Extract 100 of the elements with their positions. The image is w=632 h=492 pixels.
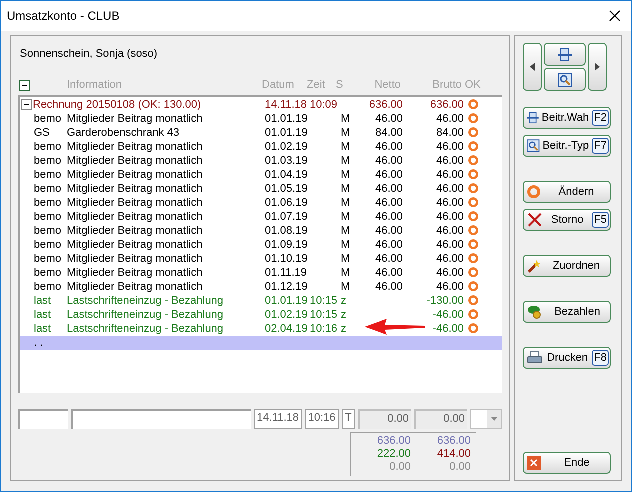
- column-header: OK: [464, 78, 482, 94]
- net-field[interactable]: 0.00: [358, 408, 411, 428]
- total-value: 636.00: [376, 434, 411, 448]
- table-cell-text: Mitglieder Beitrag monatlich: [67, 266, 204, 280]
- caret-icon: [490, 416, 498, 420]
- table-row[interactable]: bemo Mitglieder Beitrag monatlich 01.10.19 M 46.00 46.00: [20, 252, 502, 266]
- search-button[interactable]: [544, 68, 586, 91]
- money-icon: [527, 305, 543, 319]
- information-field[interactable]: [71, 408, 251, 428]
- next-button[interactable]: [588, 43, 607, 91]
- table-cell-text: 46.00: [374, 112, 403, 126]
- date-field[interactable]: 14.11.18: [254, 408, 302, 428]
- table-cell-text: GS: [33, 126, 51, 140]
- table-row[interactable]: bemo Mitglieder Beitrag monatlich 01.11.19 M 46.00 46.00: [20, 266, 502, 280]
- close-icon[interactable]: [609, 10, 621, 22]
- table-cell-text: 636.00: [368, 98, 403, 112]
- shortcut-key: F2: [592, 110, 609, 126]
- table-cell: M: [341, 126, 351, 140]
- gross-field[interactable]: 0.00: [414, 408, 467, 428]
- table-cell-text: Garderobenschrank 43: [67, 126, 181, 140]
- table-row[interactable]: bemo Mitglieder Beitrag monatlich 01.01.19 M 46.00 46.00: [20, 112, 502, 126]
- type-field[interactable]: T: [342, 408, 355, 428]
- table-cell-text: 46.00: [374, 210, 403, 224]
- action-button[interactable]: Storno F5: [523, 209, 611, 231]
- table-cell-text: 01.08.19: [265, 224, 309, 238]
- table-cell-text: 01.01.19: [265, 294, 309, 308]
- table-row[interactable]: last Lastschrifteneinzug - Bezahlung 02.04.19 10:16 z -46.00: [20, 322, 502, 336]
- table-cell-text: Lastschrifteneinzug - Bezahlung: [67, 294, 225, 308]
- table-cell-text: 46.00: [435, 112, 464, 126]
- table-cell-text: Mitglieder Beitrag monatlich: [67, 252, 204, 266]
- total-value: 222.00: [376, 448, 411, 460]
- end-button[interactable]: Ende: [523, 452, 611, 474]
- table-cell-text: bemo: [33, 154, 63, 168]
- table-row[interactable]: last Lastschrifteneinzug - Bezahlung 01.01.19 10:15 z -130.00: [20, 294, 502, 308]
- table-cell-text: 01.05.19: [265, 182, 309, 196]
- dropdown[interactable]: [470, 408, 502, 428]
- table-cell: M: [341, 154, 351, 168]
- table-cell: M: [341, 140, 351, 154]
- table-row[interactable]: bemo Mitglieder Beitrag monatlich 01.03.19 M 46.00 46.00: [20, 154, 502, 168]
- table-cell: M: [341, 280, 351, 294]
- table-cell-text: 46.00: [435, 154, 464, 168]
- table-cell-text: 46.00: [435, 140, 464, 154]
- table-row[interactable]: last Lastschrifteneinzug - Bezahlung 01.02.19 10:15 z -46.00: [20, 308, 502, 322]
- table-row[interactable]: bemo Mitglieder Beitrag monatlich 01.12.19 M 46.00 46.00: [20, 280, 502, 294]
- table-cell-text: Mitglieder Beitrag monatlich: [67, 280, 204, 294]
- table-cell-text: 01.09.19: [265, 238, 309, 252]
- action-button[interactable]: Beitr.-Typ F7: [523, 135, 611, 157]
- customer-name: Sonnenschein, Sonja (soso): [20, 47, 159, 62]
- table-row[interactable]: Rechnung 20150108 (OK: 130.00) 14.11.18 10:09 636.00 636.00: [20, 98, 502, 112]
- table-cell-text: z: [341, 294, 348, 308]
- table-row[interactable]: bemo Mitglieder Beitrag monatlich 01.04.19 M 46.00 46.00: [20, 168, 502, 182]
- table-cell-text: 46.00: [374, 140, 403, 154]
- table-cell-text: Mitglieder Beitrag monatlich: [67, 238, 204, 252]
- table-row[interactable]: bemo Mitglieder Beitrag monatlich 01.08.19 M 46.00 46.00: [20, 224, 502, 238]
- previous-button[interactable]: [523, 43, 542, 91]
- table-cell-text: -46.00: [432, 308, 464, 322]
- search-icon: [527, 139, 540, 153]
- table-cell-text: last: [33, 322, 52, 336]
- table-cell-text: 46.00: [374, 280, 403, 294]
- table-cell: M: [341, 112, 351, 126]
- action-button[interactable]: Bezahlen: [523, 301, 611, 323]
- table-cell-text: 46.00: [374, 252, 403, 266]
- table-cell-text: 46.00: [374, 196, 403, 210]
- table-cell-text: bemo: [33, 112, 63, 126]
- table-cell-text: 01.03.19: [265, 154, 309, 168]
- table-cell-text: 84.00: [435, 126, 464, 140]
- table-cell-text: 01.07.19: [265, 210, 309, 224]
- printer-icon: [527, 351, 543, 365]
- table-cell: M: [341, 238, 351, 252]
- table-cell-text: 01.06.19: [265, 196, 309, 210]
- table-cell-text: 636.00: [429, 98, 464, 112]
- table-row[interactable]: bemo Mitglieder Beitrag monatlich 01.02.19 M 46.00 46.00: [20, 140, 502, 154]
- table-row[interactable]: bemo Mitglieder Beitrag monatlich 01.07.19 M 46.00 46.00: [20, 210, 502, 224]
- table-row[interactable]: bemo Mitglieder Beitrag monatlich 01.05.19 M 46.00 46.00: [20, 182, 502, 196]
- action-button[interactable]: Drucken F8: [523, 347, 611, 369]
- action-button[interactable]: Beitr.Wah F2: [523, 107, 611, 129]
- left-arrow-icon: [530, 63, 535, 71]
- action-button[interactable]: Zuordnen: [523, 255, 611, 277]
- column-header: Information: [67, 78, 124, 94]
- right-arrow-icon: [595, 63, 600, 71]
- table-cell: M: [341, 182, 351, 196]
- shortcut-key: F7: [592, 138, 609, 154]
- tree-toggle[interactable]: [21, 99, 32, 110]
- action-button[interactable]: Ändern: [523, 181, 611, 203]
- table-row[interactable]: . .: [20, 336, 502, 350]
- table-row[interactable]: bemo Mitglieder Beitrag monatlich 01.06.19 M 46.00 46.00: [20, 196, 502, 210]
- table-row[interactable]: GS Garderobenschrank 43 01.01.19 M 84.00 84.00: [20, 126, 502, 140]
- time-field[interactable]: 10:16: [305, 408, 339, 428]
- document-icon: [527, 111, 539, 125]
- table-row[interactable]: bemo Mitglieder Beitrag monatlich 01.09.19 M 46.00 46.00: [20, 238, 502, 252]
- table-cell-text: 10:15: [310, 308, 339, 322]
- table-cell-text: 46.00: [435, 252, 464, 266]
- table-cell-text: bemo: [33, 140, 63, 154]
- table-cell: M: [341, 266, 351, 280]
- print-button[interactable]: [544, 43, 586, 66]
- code-field[interactable]: [18, 408, 68, 428]
- tree-toggle[interactable]: [19, 80, 30, 91]
- table-cell-text: bemo: [33, 252, 63, 266]
- table-cell-text: bemo: [33, 182, 63, 196]
- table-cell-text: Mitglieder Beitrag monatlich: [67, 154, 204, 168]
